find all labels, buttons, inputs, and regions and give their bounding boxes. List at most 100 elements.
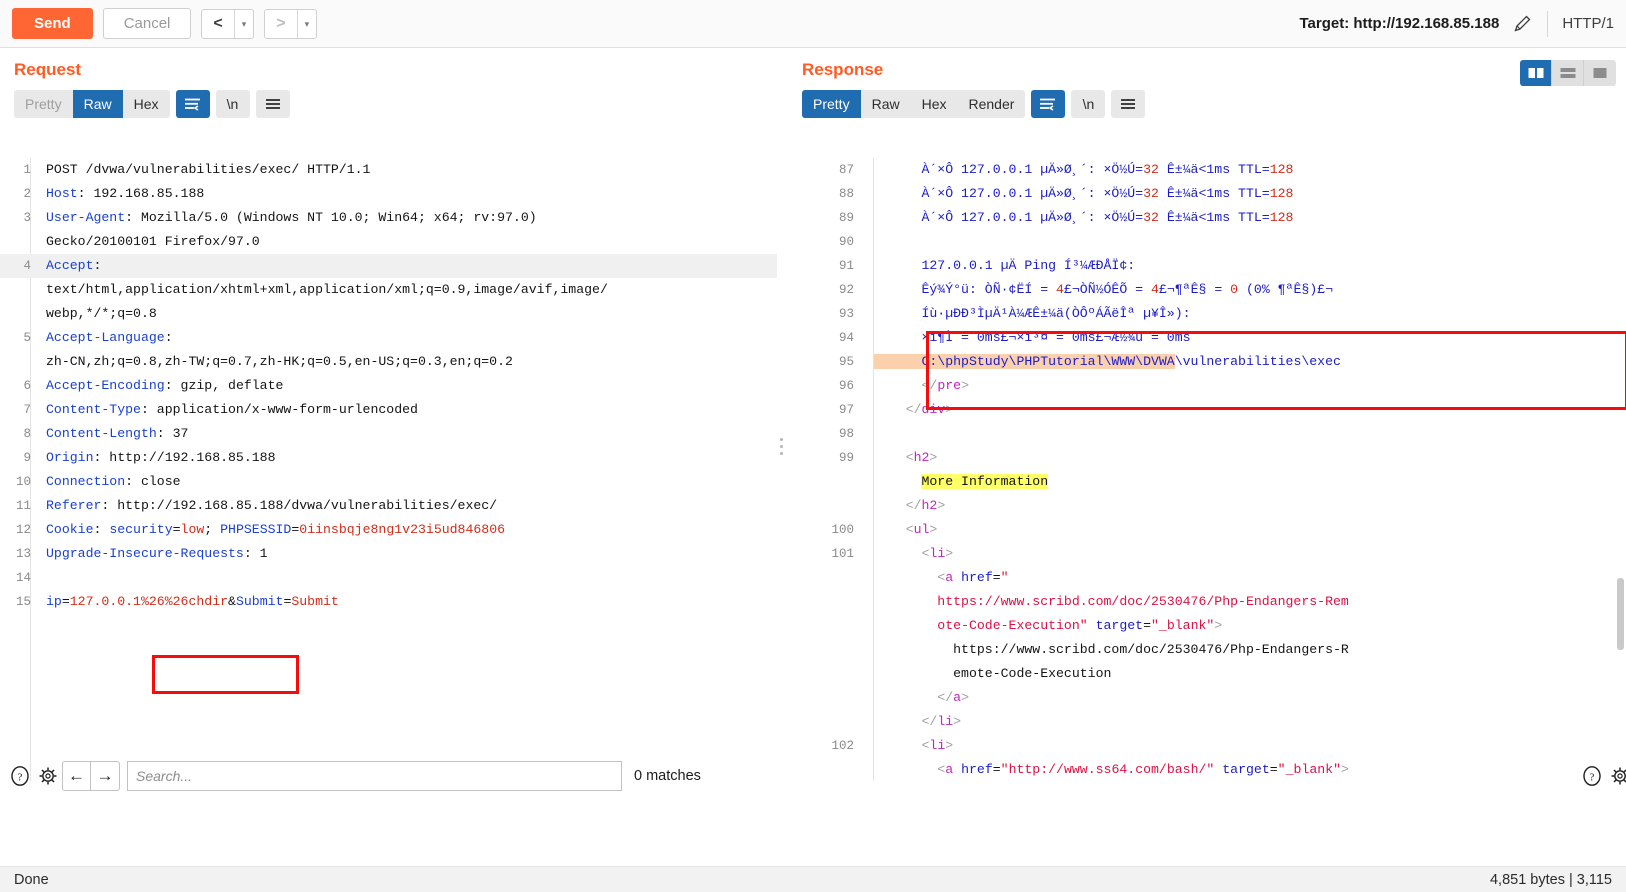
response-code-line: 88 À´×Ô 127.0.0.1 µÄ»Ø¸´: ×Ö½Ú=32 Ê±¼ä<1… [786,182,1626,206]
request-code-line: 2 Host: 192.168.85.188 [0,182,777,206]
line-number [786,494,864,518]
request-code-line: 12 Cookie: security=low; PHPSESSID=0iinsb… [0,518,777,542]
chevron-down-icon[interactable]: ▾ [235,10,254,38]
response-code-line: </a> [786,686,1626,710]
tab-pretty[interactable]: Pretty [802,90,861,118]
line-number: 2 [23,187,31,201]
panel-splitter[interactable] [777,48,786,821]
show-newline-icon[interactable]: \n [1071,90,1106,118]
hamburger-menu-icon[interactable] [255,90,290,118]
line-number: 91 [838,259,854,273]
scrollbar-thumb[interactable] [1617,578,1624,650]
code-line-text: À´×Ô 127.0.0.1 µÄ»Ø¸´: ×Ö½Ú=32 Ê±¼ä<1ms … [874,162,1294,177]
word-wrap-icon[interactable] [175,90,210,118]
response-scrollbar[interactable] [1617,158,1624,781]
code-line-text: Íù·µÐÐ³ÌµÄ¹À¼ÆÊ±¼ä(ÒÔºÁÃëÎª µ¥Î»): [874,306,1191,321]
top-toolbar: Send Cancel < ▾ > ▾ Target: http://192.1… [0,0,1626,48]
line-number [0,230,38,254]
tab-raw[interactable]: Raw [72,90,123,118]
request-code-line: 11 Referer: http://192.168.85.188/dvwa/vu… [0,494,777,518]
tab-hex[interactable]: Hex [911,90,958,118]
line-number: 100 [831,523,854,537]
tab-raw[interactable]: Raw [861,90,911,118]
single-pane-icon[interactable] [1584,60,1616,86]
pencil-icon[interactable] [1511,13,1533,35]
help-circle-icon[interactable]: ? [6,762,34,790]
response-code-line: 87 À´×Ô 127.0.0.1 µÄ»Ø¸´: ×Ö½Ú=32 Ê±¼ä<1… [786,158,1626,182]
line-number [786,566,864,590]
search-input[interactable] [127,761,622,791]
code-line-text: À´×Ô 127.0.0.1 µÄ»Ø¸´: ×Ö½Ú=32 Ê±¼ä<1ms … [874,186,1294,201]
code-line-text [864,422,874,446]
response-tabbar: Pretty Raw Hex Render \n [802,90,1626,118]
arrow-right-icon[interactable]: → [91,761,120,791]
code-line-text: 127.0.0.1 µÄ Ping Í³¼ÆÐÅÏ¢: [874,258,1136,273]
tab-pretty[interactable]: Pretty [14,90,73,118]
code-line-text: </div> [874,402,954,417]
request-view-tabs: Pretty Raw Hex [14,90,170,118]
request-code-line: 13 Upgrade-Insecure-Requests: 1 [0,542,777,566]
line-number: 11 [15,499,31,513]
code-line-text: Upgrade-Insecure-Requests: 1 [46,546,268,561]
response-code-line: https://www.scribd.com/doc/2530476/Php-E… [786,590,1626,614]
response-code-line: 91 127.0.0.1 µÄ Ping Í³¼ÆÐÅÏ¢: [786,254,1626,278]
line-number [786,758,864,781]
code-line-text: Referer: http://192.168.85.188/dvwa/vuln… [46,498,498,513]
line-number: 12 [15,523,31,537]
response-code-line: emote-Code-Execution [786,662,1626,686]
layout-toggle-group [1520,60,1616,86]
response-code-line: 89 À´×Ô 127.0.0.1 µÄ»Ø¸´: ×Ö½Ú=32 Ê±¼ä<1… [786,206,1626,230]
line-number: 98 [838,427,854,441]
line-number [0,278,38,302]
gear-icon[interactable] [1606,762,1626,790]
request-code-line: webp,*/*;q=0.8 [0,302,777,326]
chevron-down-icon[interactable]: ▾ [298,10,317,38]
line-number [786,470,864,494]
prev-request-button[interactable]: < [202,10,233,38]
next-request-button[interactable]: > [265,10,296,38]
response-code-line: 98 [786,422,1626,446]
line-number: 3 [23,211,31,225]
line-number [0,302,38,326]
next-request-group[interactable]: > ▾ [264,8,318,39]
split-vertical-icon[interactable] [1520,60,1552,86]
request-code-line: 4 Accept: [0,254,777,278]
arrow-left-icon[interactable]: ← [62,761,91,791]
code-line-text: </li> [874,714,962,729]
request-panel: Request Pretty Raw Hex \n 1 POST /dvwa/v… [0,48,777,821]
splitter-handle-icon [780,438,783,459]
code-line-text: zh-CN,zh;q=0.8,zh-TW;q=0.7,zh-HK;q=0.5,e… [46,354,513,369]
gear-icon[interactable] [34,762,62,790]
show-newline-icon[interactable]: \n [215,90,250,118]
help-circle-icon[interactable]: ? [1578,762,1606,790]
response-code-line: 94 ×î¶Ì = 0ms£¬×î³¤ = 0ms£¬Æ½¾ù = 0ms [786,326,1626,350]
line-number [786,710,864,734]
hamburger-menu-icon[interactable] [1111,90,1146,118]
tab-render[interactable]: Render [958,90,1026,118]
match-count-label: 0 matches [634,768,701,784]
request-code-line: text/html,application/xhtml+xml,applicat… [0,278,777,302]
response-editor[interactable]: 87 À´×Ô 127.0.0.1 µÄ»Ø¸´: ×Ö½Ú=32 Ê±¼ä<1… [786,158,1626,781]
word-wrap-icon[interactable] [1031,90,1066,118]
code-line-text [864,230,874,254]
request-code-line: 7 Content-Type: application/x-www-form-ur… [0,398,777,422]
response-code-line: </h2> [786,494,1626,518]
svg-text:?: ? [1590,772,1595,784]
code-line-text: Host: 192.168.85.188 [46,186,205,201]
prev-request-group[interactable]: < ▾ [201,8,255,39]
split-horizontal-icon[interactable] [1552,60,1584,86]
response-code-line: 102 <li> [786,734,1626,758]
send-button[interactable]: Send [12,8,93,39]
request-editor[interactable]: 1 POST /dvwa/vulnerabilities/exec/ HTTP/1… [0,158,777,781]
request-code-line: 5 Accept-Language: [0,326,777,350]
code-line-text: Connection: close [46,474,181,489]
code-line-text: Content-Length: 37 [46,426,189,441]
tab-hex[interactable]: Hex [123,90,170,118]
code-line-text: Content-Type: application/x-www-form-url… [46,402,418,417]
request-code-line: 3 User-Agent: Mozilla/5.0 (Windows NT 10.… [0,206,777,230]
divider [1547,10,1549,37]
line-number [786,590,864,614]
line-number: 93 [838,307,854,321]
cancel-button[interactable]: Cancel [102,8,192,39]
code-line-text: À´×Ô 127.0.0.1 µÄ»Ø¸´: ×Ö½Ú=32 Ê±¼ä<1ms … [874,210,1294,225]
